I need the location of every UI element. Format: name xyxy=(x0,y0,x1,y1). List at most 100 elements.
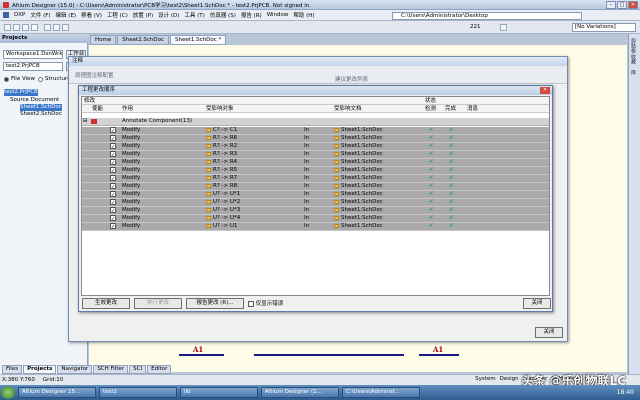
menu-reports[interactable]: 报告 (R) xyxy=(241,11,262,19)
col-enable[interactable]: 使能 xyxy=(92,105,103,113)
report-button[interactable]: 报告更改 (R)... xyxy=(186,298,244,309)
print-icon[interactable] xyxy=(31,24,38,31)
taskbar-item[interactable]: Altium Designer 15... xyxy=(18,387,96,398)
table-row[interactable]: ✓ Modify R? -> R3 In Sheet1.SchDoc ✔ ✔ xyxy=(82,151,549,159)
taskbar-item[interactable]: test2 xyxy=(99,387,177,398)
col-doc[interactable]: 受影响文档 xyxy=(334,105,362,113)
table-row[interactable]: ✓ Modify R? -> R8 In Sheet1.SchDoc ✔ ✔ xyxy=(82,183,549,191)
enable-checkbox[interactable]: ✓ xyxy=(110,167,116,174)
taskbar-item[interactable]: lib xyxy=(180,387,258,398)
tab-sheet2[interactable]: Sheet2.SchDoc xyxy=(117,35,170,45)
group-row[interactable]: ⊟ Annotate Component(13) xyxy=(82,118,549,126)
tab-sci[interactable]: SCI xyxy=(129,365,147,374)
menu-design[interactable]: 设计 (D) xyxy=(158,11,179,19)
new-icon[interactable] xyxy=(4,24,11,31)
col-check[interactable]: 检测 xyxy=(425,105,436,113)
menu-window[interactable]: Window xyxy=(267,12,289,18)
wire xyxy=(254,354,404,356)
menu-help[interactable]: 帮助 (H) xyxy=(293,11,314,19)
open-icon[interactable] xyxy=(13,24,20,31)
table-row[interactable]: ✓ Modify U? -> U1 In Sheet1.SchDoc ✔ ✔ xyxy=(82,223,549,231)
enable-checkbox[interactable]: ✓ xyxy=(110,127,116,134)
address-bar[interactable]: C:\Users\Administrator\Desktop xyxy=(392,12,582,20)
table-row[interactable]: ✓ Modify R? -> R6 In Sheet1.SchDoc ✔ ✔ xyxy=(82,135,549,143)
menu-file[interactable]: 文件 (F) xyxy=(30,11,50,19)
favorites-tab[interactable]: 收藏 xyxy=(630,54,637,64)
tab-home[interactable]: Home xyxy=(90,35,117,45)
taskbar-item[interactable]: Altium Designer (1... xyxy=(261,387,339,398)
start-icon[interactable] xyxy=(1,386,15,399)
minimize-icon[interactable]: – xyxy=(606,1,616,9)
tree-sheet1[interactable]: Sheet1.SchDoc xyxy=(20,104,62,111)
component-icon xyxy=(206,175,211,180)
tree-sheet2[interactable]: Sheet2.SchDoc xyxy=(20,111,62,118)
tab-sch-filter[interactable]: SCH Filter xyxy=(93,365,129,374)
tab-files[interactable]: Files xyxy=(2,365,23,374)
library-tab[interactable]: 库 xyxy=(630,70,637,75)
zoom-out-icon[interactable] xyxy=(53,24,60,31)
menu-edit[interactable]: 编辑 (E) xyxy=(56,11,77,19)
tab-navigator[interactable]: Navigator xyxy=(57,365,93,374)
menu-view[interactable]: 察看 (V) xyxy=(81,11,102,19)
table-row[interactable]: ✓ Modify R? -> R2 In Sheet1.SchDoc ✔ ✔ xyxy=(82,143,549,151)
enable-checkbox[interactable]: ✓ xyxy=(110,143,116,150)
table-row[interactable]: ✓ Modify R? -> R7 In Sheet1.SchDoc ✔ ✔ xyxy=(82,175,549,183)
execute-button[interactable]: 执行更改 xyxy=(134,298,182,309)
menu-tools[interactable]: 工具 (T) xyxy=(184,11,204,19)
enable-checkbox[interactable]: ✓ xyxy=(110,223,116,230)
table-row[interactable]: ✓ Modify R? -> R4 In Sheet1.SchDoc ✔ ✔ xyxy=(82,159,549,167)
table-row[interactable]: ✓ Modify U? -> U*1 In Sheet1.SchDoc ✔ ✔ xyxy=(82,191,549,199)
menu-simulator[interactable]: 仿真器 (S) xyxy=(210,11,236,19)
validate-button[interactable]: 生效更改 xyxy=(82,298,130,309)
project-combo[interactable]: test2.PrjPCB xyxy=(3,62,63,71)
table-row[interactable]: ✓ Modify C? -> C1 In Sheet1.SchDoc ✔ ✔ xyxy=(82,127,549,135)
col-action[interactable]: 作用 xyxy=(122,105,133,113)
enable-checkbox[interactable]: ✓ xyxy=(110,175,116,182)
file-view-radio[interactable]: File View xyxy=(4,76,35,82)
enable-checkbox[interactable]: ✓ xyxy=(110,191,116,198)
col-done[interactable]: 完成 xyxy=(445,105,456,113)
check-ok-icon: ✔ xyxy=(429,199,434,205)
zoom-in-icon[interactable] xyxy=(44,24,51,31)
clipboard-tab[interactable]: 剪贴板 xyxy=(630,38,637,53)
tab-projects[interactable]: Projects xyxy=(23,365,57,374)
enable-checkbox[interactable]: ✓ xyxy=(110,159,116,166)
menu-place[interactable]: 放置 (P) xyxy=(133,11,153,19)
dxp-icon[interactable] xyxy=(3,12,9,18)
menu-project[interactable]: 工程 (C) xyxy=(107,11,128,19)
table-row[interactable]: ✓ Modify U? -> U*4 In Sheet1.SchDoc ✔ ✔ xyxy=(82,215,549,223)
menu-dxp[interactable]: DXP xyxy=(14,12,25,18)
clock: 18:40 xyxy=(616,389,634,396)
status-system[interactable]: System xyxy=(475,376,496,382)
zoom-fit-icon[interactable] xyxy=(62,24,69,31)
only-errors-checkbox[interactable]: 仅显示错误 xyxy=(248,299,283,307)
table-row[interactable]: ✓ Modify R? -> R5 In Sheet1.SchDoc ✔ ✔ xyxy=(82,167,549,175)
enable-checkbox[interactable]: ✓ xyxy=(110,199,116,206)
table-row[interactable]: ✓ Modify U? -> U*2 In Sheet1.SchDoc ✔ ✔ xyxy=(82,199,549,207)
col-msg[interactable]: 消息 xyxy=(467,105,478,113)
tab-editor[interactable]: Editor xyxy=(147,365,172,374)
col-affected[interactable]: 受影响对象 xyxy=(206,105,234,113)
close-icon[interactable]: ✕ xyxy=(540,87,550,94)
close-icon[interactable]: ✕ xyxy=(628,1,638,9)
eco-close-button[interactable]: 关闭 xyxy=(523,298,551,309)
maximize-icon[interactable]: □ xyxy=(617,1,627,9)
enable-checkbox[interactable]: ✓ xyxy=(110,151,116,158)
annotate-close-button[interactable]: 关闭 xyxy=(535,327,563,338)
tree-project[interactable]: test2.PrjPCB xyxy=(4,89,38,96)
workspace-combo[interactable]: Workspace1.DsnWrk xyxy=(3,50,63,59)
expand-icon[interactable]: ⊟ xyxy=(83,118,88,125)
table-row[interactable]: ✓ Modify U? -> U*3 In Sheet1.SchDoc ✔ ✔ xyxy=(82,207,549,215)
tree-folder[interactable]: Source Document xyxy=(10,97,59,104)
enable-checkbox[interactable]: ✓ xyxy=(110,215,116,222)
save-icon[interactable] xyxy=(22,24,29,31)
zoom-level[interactable]: 221 xyxy=(470,24,481,30)
enable-checkbox[interactable]: ✓ xyxy=(110,207,116,214)
tab-sheet1[interactable]: Sheet1.SchDoc * xyxy=(170,35,227,45)
enable-checkbox[interactable]: ✓ xyxy=(110,135,116,142)
enable-checkbox[interactable]: ✓ xyxy=(110,183,116,190)
taskbar-item[interactable]: C:\Users\Administ... xyxy=(342,387,420,398)
status-design[interactable]: Design xyxy=(500,376,519,382)
variant-select[interactable]: [No Variations] xyxy=(572,23,636,32)
color-icon[interactable] xyxy=(500,24,507,31)
